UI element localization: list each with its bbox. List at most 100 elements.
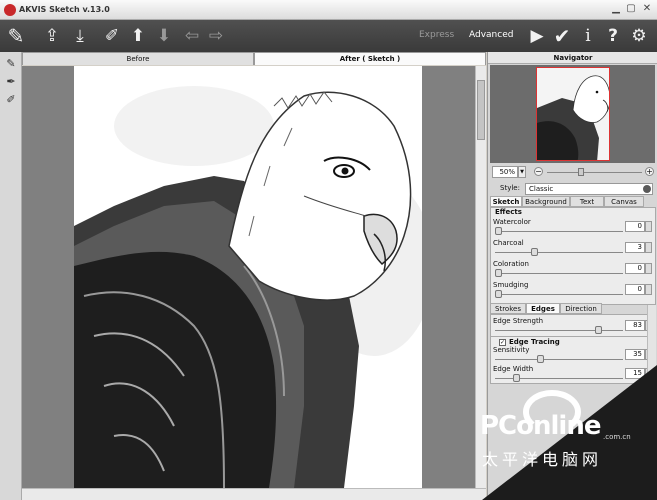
edge-tabs: Strokes Edges Direction bbox=[490, 303, 656, 314]
watermark-chinese: 太平洋电脑网 bbox=[482, 450, 603, 469]
parameter-tabs: Sketch Background Text Canvas bbox=[490, 196, 656, 207]
param-value-field[interactable]: 83 bbox=[625, 320, 645, 331]
image-canvas[interactable] bbox=[22, 66, 475, 488]
brush-tool-icon[interactable]: ✒ bbox=[3, 74, 19, 90]
param-slider-handle[interactable] bbox=[495, 290, 502, 298]
param-value-field[interactable]: 0 bbox=[625, 284, 645, 295]
effects-title: Effects bbox=[495, 208, 522, 216]
param-label: Watercolor bbox=[493, 218, 531, 226]
param-label: Charcoal bbox=[493, 239, 524, 247]
advanced-mode-button[interactable]: Advanced bbox=[469, 30, 513, 40]
style-value: Classic bbox=[529, 185, 554, 193]
param-slider-handle[interactable] bbox=[495, 269, 502, 277]
param-label: Coloration bbox=[493, 260, 529, 268]
tab-after-sketch[interactable]: After ( Sketch ) bbox=[254, 52, 486, 65]
zoom-controls: 50% ▼ − + bbox=[488, 165, 657, 179]
open-image-icon[interactable]: ⇪ bbox=[40, 24, 64, 48]
upload-icon[interactable]: ⬆ bbox=[126, 24, 150, 48]
param-label: Smudging bbox=[493, 281, 529, 289]
zoom-dropdown-arrow-icon[interactable]: ▼ bbox=[518, 166, 526, 178]
param-slider-handle[interactable] bbox=[595, 326, 603, 334]
zoom-slider[interactable] bbox=[547, 172, 642, 173]
param-slider[interactable] bbox=[495, 231, 623, 232]
zoom-level-field[interactable]: 50% bbox=[492, 166, 518, 178]
undo-arrow-icon[interactable]: ⇦ bbox=[180, 24, 204, 48]
zoom-in-icon[interactable]: + bbox=[645, 167, 654, 176]
navigator-preview[interactable] bbox=[490, 65, 655, 163]
zoom-out-icon[interactable]: − bbox=[534, 167, 543, 176]
akvis-sketch-window: AKVIS Sketch v.13.0 ▁ ▢ ✕ ✎ ⇪ ⤓ ✐ ⬆ ⬇ ⇦ … bbox=[0, 0, 657, 500]
watercolor-param: Watercolor 0 bbox=[491, 218, 655, 238]
param-slider-handle[interactable] bbox=[537, 355, 545, 363]
param-slider-handle[interactable] bbox=[495, 227, 502, 235]
watermark-domain: .com.cn bbox=[603, 433, 631, 441]
tab-direction[interactable]: Direction bbox=[560, 303, 602, 314]
window-title: AKVIS Sketch v.13.0 bbox=[19, 5, 110, 14]
sketch-tool-icon[interactable]: ✎ bbox=[4, 24, 28, 48]
edge-strength-param: Edge Strength 83 bbox=[491, 317, 655, 337]
param-slider[interactable] bbox=[495, 359, 623, 360]
param-slider[interactable] bbox=[495, 273, 623, 274]
tab-canvas[interactable]: Canvas bbox=[604, 196, 644, 207]
minimize-icon[interactable]: ▁ bbox=[609, 2, 623, 16]
express-mode-button[interactable]: Express bbox=[419, 30, 454, 40]
coloration-param: Coloration 0 bbox=[491, 260, 655, 280]
save-image-icon[interactable]: ⤓ bbox=[68, 24, 92, 48]
help-icon[interactable]: ? bbox=[601, 24, 625, 48]
scrollbar-thumb[interactable] bbox=[477, 80, 485, 140]
charcoal-param: Charcoal 3 bbox=[491, 239, 655, 259]
navigator-viewport[interactable] bbox=[536, 67, 610, 161]
sensitivity-param: Sensitivity 35 bbox=[491, 346, 655, 366]
akvis-logo-icon bbox=[4, 4, 16, 16]
spin-arrows-icon[interactable] bbox=[645, 242, 652, 253]
apply-check-icon[interactable]: ✔ bbox=[550, 24, 574, 48]
param-value-field[interactable]: 35 bbox=[625, 349, 645, 360]
param-value-field[interactable]: 3 bbox=[625, 242, 645, 253]
eagle-sketch-drawing bbox=[74, 66, 434, 488]
param-slider[interactable] bbox=[495, 330, 623, 331]
smudging-param: Smudging 0 bbox=[491, 281, 655, 301]
pencil-tool-icon[interactable]: ✎ bbox=[3, 56, 19, 72]
tab-text[interactable]: Text bbox=[570, 196, 604, 207]
download-icon[interactable]: ⬇ bbox=[152, 24, 176, 48]
spin-arrows-icon[interactable] bbox=[645, 221, 652, 232]
run-icon[interactable]: ▶ bbox=[525, 24, 549, 48]
tab-strokes[interactable]: Strokes bbox=[490, 303, 526, 314]
style-select[interactable]: Classic bbox=[525, 183, 653, 195]
title-bar: AKVIS Sketch v.13.0 ▁ ▢ ✕ bbox=[0, 0, 657, 20]
redo-arrow-icon[interactable]: ⇨ bbox=[204, 24, 228, 48]
eraser-tool-icon[interactable]: ✐ bbox=[100, 24, 124, 48]
spin-arrows-icon[interactable] bbox=[645, 263, 652, 274]
zoom-slider-handle[interactable] bbox=[578, 168, 584, 176]
navigator-thumbnail-image bbox=[537, 68, 609, 160]
param-slider-handle[interactable] bbox=[531, 248, 539, 256]
spin-arrows-icon[interactable] bbox=[645, 284, 652, 295]
style-row: Style: Classic bbox=[488, 182, 657, 196]
style-label: Style: bbox=[500, 184, 520, 192]
param-label: Edge Strength bbox=[493, 317, 544, 325]
main-toolbar: ✎ ⇪ ⤓ ✐ ⬆ ⬇ ⇦ ⇨ Express Advanced ▶ ✔ i ?… bbox=[0, 20, 657, 52]
tab-edges[interactable]: Edges bbox=[526, 303, 560, 314]
edge-tracing-checkbox[interactable]: ✓ bbox=[499, 339, 506, 346]
edge-tracing-title: Edge Tracing bbox=[509, 338, 560, 346]
canvas-horizontal-scrollbar[interactable] bbox=[22, 488, 486, 500]
tab-before[interactable]: Before bbox=[22, 52, 254, 65]
param-value-field[interactable]: 0 bbox=[625, 221, 645, 232]
info-icon[interactable]: i bbox=[576, 24, 600, 48]
maximize-icon[interactable]: ▢ bbox=[624, 2, 638, 16]
param-label: Sensitivity bbox=[493, 346, 530, 354]
tools-panel: ✎ ✒ ✐ bbox=[0, 52, 22, 500]
dropdown-arrow-icon[interactable] bbox=[643, 185, 651, 193]
param-slider[interactable] bbox=[495, 252, 623, 253]
tab-sketch[interactable]: Sketch bbox=[490, 196, 522, 207]
view-tabs: Before After ( Sketch ) bbox=[22, 52, 486, 65]
settings-gear-icon[interactable]: ⚙ bbox=[627, 24, 651, 48]
param-value-field[interactable]: 0 bbox=[625, 263, 645, 274]
param-slider[interactable] bbox=[495, 294, 623, 295]
effects-group: Effects Watercolor 0 Charcoal 3 Colorati… bbox=[490, 207, 656, 305]
watermark-brand: PConline bbox=[480, 411, 601, 441]
close-icon[interactable]: ✕ bbox=[640, 2, 654, 16]
sketch-result-image bbox=[74, 66, 434, 488]
tab-background[interactable]: Background bbox=[522, 196, 570, 207]
eraser-icon[interactable]: ✐ bbox=[3, 92, 19, 108]
